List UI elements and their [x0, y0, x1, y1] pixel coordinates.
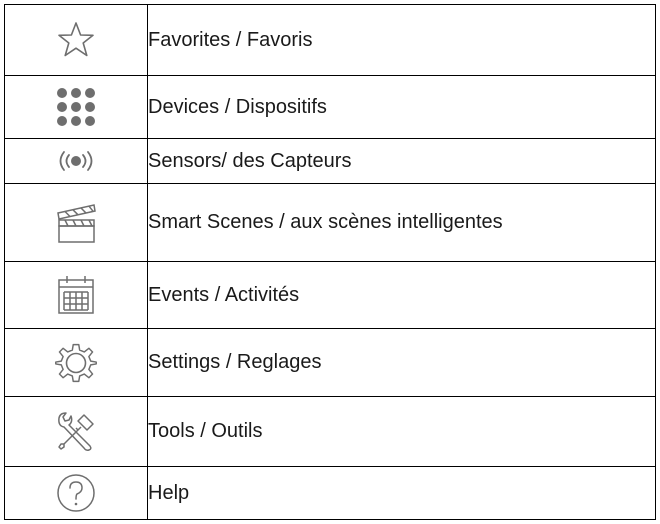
menu-item-label: Events / Activités — [147, 261, 656, 329]
clapperboard-icon — [55, 201, 97, 245]
gear-icon — [54, 341, 98, 385]
grid-dots-icon — [54, 85, 98, 129]
menu-table: Favorites / Favoris Devices / Dispositif… — [4, 4, 656, 520]
menu-row-sensors[interactable]: Sensors/ des Capteurs — [4, 138, 656, 184]
menu-row-help[interactable]: Help — [4, 466, 656, 520]
sensor-broadcast-icon — [55, 148, 97, 174]
menu-row-events[interactable]: Events / Activités — [4, 261, 656, 329]
menu-row-favorites[interactable]: Favorites / Favoris — [4, 4, 656, 76]
menu-row-settings[interactable]: Settings / Reglages — [4, 328, 656, 397]
tools-icon — [54, 410, 98, 454]
menu-item-label: Help — [147, 466, 656, 520]
menu-item-label: Tools / Outils — [147, 396, 656, 467]
menu-row-tools[interactable]: Tools / Outils — [4, 396, 656, 467]
calendar-icon — [56, 274, 96, 316]
menu-row-smart-scenes[interactable]: Smart Scenes / aux scènes intelligentes — [4, 183, 656, 262]
menu-item-label: Smart Scenes / aux scènes intelligentes — [147, 183, 656, 262]
menu-item-label: Devices / Dispositifs — [147, 75, 656, 139]
menu-item-label: Sensors/ des Capteurs — [147, 138, 656, 184]
help-question-icon — [55, 472, 97, 514]
menu-item-label: Settings / Reglages — [147, 328, 656, 397]
menu-row-devices[interactable]: Devices / Dispositifs — [4, 75, 656, 139]
menu-item-label: Favorites / Favoris — [147, 4, 656, 76]
star-icon — [56, 20, 96, 60]
